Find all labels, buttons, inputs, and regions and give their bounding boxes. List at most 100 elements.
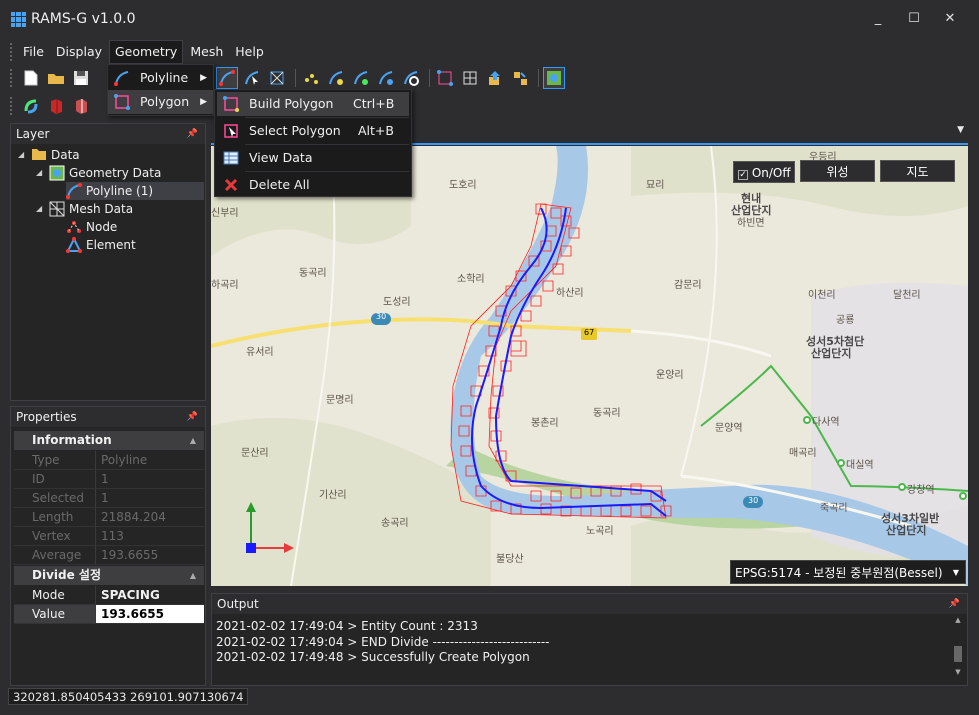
map-label: 봉촌리 bbox=[531, 418, 559, 429]
map-label: 문산리 bbox=[241, 448, 269, 459]
map-label: 신부리 bbox=[211, 208, 239, 219]
checkbox-checked-icon[interactable]: ✓ bbox=[738, 170, 748, 180]
element-icon bbox=[66, 236, 82, 253]
title-bar: RAMS-G v1.0.0 _ ☐ ✕ bbox=[0, 0, 979, 38]
geometry-toolbar bbox=[216, 67, 568, 89]
onoff-toggle[interactable]: ✓ On/Off bbox=[733, 161, 795, 183]
map-label: 불당산 bbox=[496, 554, 524, 565]
map-label: 공룡 bbox=[836, 315, 855, 326]
map-label: 달천리 bbox=[893, 290, 921, 301]
table-icon bbox=[223, 150, 239, 166]
map-label: 죽곡리 bbox=[820, 503, 848, 514]
map-label: 송곡리 bbox=[381, 518, 409, 529]
cube-red-icon[interactable] bbox=[45, 95, 67, 117]
import-icon[interactable] bbox=[509, 67, 531, 89]
map-view[interactable]: 우등리 도호리 묘리 현내 산업단지 하빈면 신부리 소학리 하산리 감문리 이… bbox=[211, 146, 968, 586]
prop-category-information[interactable]: Information ▲ bbox=[14, 431, 204, 450]
tab-dropdown-icon[interactable]: ▼ bbox=[957, 125, 964, 135]
tree-item-element[interactable]: Element bbox=[66, 236, 136, 254]
build-polygon-item[interactable]: Build Polygon Ctrl+B bbox=[217, 92, 409, 116]
collapse-icon[interactable]: ▲ bbox=[190, 431, 196, 450]
scroll-up-icon[interactable]: ▲ bbox=[952, 616, 964, 624]
map-canvas[interactable] bbox=[211, 146, 968, 586]
map-label: 다사역 bbox=[812, 417, 840, 428]
scroll-thumb[interactable] bbox=[954, 646, 962, 662]
output-panel: Output 📌 2021-02-02 17:49:04 > Entity Co… bbox=[211, 593, 968, 686]
prop-row-value[interactable]: Value 193.6655 bbox=[14, 605, 204, 624]
delete-all-item[interactable]: Delete All bbox=[217, 173, 409, 197]
menu-file[interactable]: File bbox=[18, 40, 49, 64]
layer-panel-header: Layer 📌 bbox=[11, 124, 205, 144]
pin-icon[interactable]: 📌 bbox=[187, 124, 198, 144]
status-coordinates: 320281.850405433 269101.907130674 bbox=[8, 688, 249, 705]
new-file-icon[interactable] bbox=[20, 67, 42, 89]
prop-category-divide[interactable]: Divide 설정 ▲ bbox=[14, 566, 204, 585]
map-button[interactable]: 지도 bbox=[880, 160, 955, 182]
map-label: 하빈면 bbox=[737, 218, 765, 229]
expand-icon[interactable]: ◢ bbox=[36, 164, 46, 182]
draw-polyline-icon[interactable] bbox=[216, 67, 238, 89]
maximize-button[interactable]: ☐ bbox=[896, 6, 932, 32]
tree-item-polyline[interactable]: Polyline (1) bbox=[66, 182, 204, 200]
close-button[interactable]: ✕ bbox=[932, 6, 968, 32]
tree-item-mesh-data[interactable]: ◢ Mesh Data bbox=[36, 200, 133, 218]
app-icon bbox=[11, 12, 26, 27]
cube-pink-icon[interactable] bbox=[70, 95, 92, 117]
map-label: 노곡리 bbox=[586, 526, 614, 537]
submenu-arrow-icon: ▶ bbox=[200, 73, 207, 83]
prop-row-selected: Selected 1 bbox=[14, 489, 204, 508]
expand-icon[interactable]: ◢ bbox=[18, 146, 28, 164]
menu-bar: File Display Geometry Mesh Help bbox=[18, 40, 271, 64]
pin-icon[interactable]: 📌 bbox=[187, 407, 198, 427]
select-polygon-item[interactable]: Select Polygon Alt+B bbox=[217, 119, 409, 143]
map-label: 하산리 bbox=[556, 288, 584, 299]
gear-polyline-icon[interactable] bbox=[400, 67, 422, 89]
tree-item-geometry-data[interactable]: ◢ Geometry Data bbox=[36, 164, 161, 182]
polygon-icon bbox=[114, 94, 130, 110]
select-vertex-icon[interactable] bbox=[266, 67, 288, 89]
save-icon[interactable] bbox=[70, 67, 92, 89]
view-data-item[interactable]: View Data bbox=[217, 146, 409, 170]
node-icon bbox=[66, 219, 82, 235]
tree-item-data[interactable]: ◢ Data bbox=[18, 146, 80, 164]
select-polyline-icon[interactable] bbox=[241, 67, 263, 89]
refresh-icon[interactable] bbox=[20, 95, 42, 117]
output-panel-header: Output 📌 bbox=[212, 594, 967, 614]
chevron-down-icon: ▼ bbox=[952, 568, 959, 577]
add-point-icon[interactable] bbox=[300, 67, 322, 89]
grid-tool-icon[interactable] bbox=[459, 67, 481, 89]
divide-polyline-icon[interactable] bbox=[350, 67, 372, 89]
edit-polyline-icon[interactable] bbox=[325, 67, 347, 89]
map-label: 도성리 bbox=[383, 297, 411, 308]
build-polygon-icon bbox=[223, 96, 239, 112]
select-polygon-icon bbox=[223, 123, 239, 139]
map-label: 문명리 bbox=[326, 395, 354, 406]
map-label: 산업단지 bbox=[886, 524, 927, 537]
projection-select[interactable]: EPSG:5174 - 보정된 중부원점(Bessel) ▼ bbox=[730, 560, 966, 584]
map-view-icon[interactable] bbox=[543, 67, 565, 89]
toolbar-grip bbox=[9, 68, 13, 88]
export-icon[interactable] bbox=[484, 67, 506, 89]
menu-display[interactable]: Display bbox=[51, 40, 107, 64]
tree-item-node[interactable]: Node bbox=[66, 218, 117, 236]
menu-mesh[interactable]: Mesh bbox=[185, 40, 228, 64]
geometry-menu-polyline[interactable]: Polyline ▶ bbox=[108, 66, 213, 90]
expand-icon[interactable]: ◢ bbox=[36, 200, 46, 218]
menu-geometry[interactable]: Geometry bbox=[109, 40, 184, 64]
polygon-tool-icon[interactable] bbox=[434, 67, 456, 89]
menu-help[interactable]: Help bbox=[230, 40, 269, 64]
menubar-grip bbox=[9, 42, 13, 62]
minimize-button[interactable]: _ bbox=[860, 6, 896, 32]
folder-icon bbox=[31, 147, 47, 163]
submenu-arrow-icon: ▶ bbox=[200, 97, 207, 107]
collapse-icon[interactable]: ▲ bbox=[190, 566, 196, 585]
satellite-button[interactable]: 위성 bbox=[800, 160, 875, 182]
open-folder-icon[interactable] bbox=[45, 67, 67, 89]
scroll-down-icon[interactable]: ▼ bbox=[952, 668, 964, 676]
merge-polyline-icon[interactable] bbox=[375, 67, 397, 89]
output-scrollbar[interactable]: ▲ ▼ bbox=[952, 616, 964, 676]
pin-icon[interactable]: 📌 bbox=[949, 594, 960, 614]
prop-row-mode[interactable]: Mode SPACING bbox=[14, 586, 204, 605]
geometry-menu-polygon[interactable]: Polygon ▶ bbox=[108, 90, 213, 114]
delete-icon bbox=[223, 177, 239, 193]
